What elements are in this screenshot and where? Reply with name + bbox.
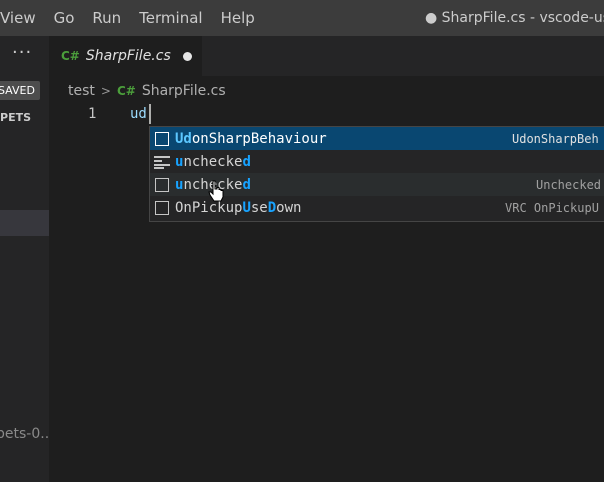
menu-help[interactable]: Help <box>212 9 264 27</box>
window-title: ● SharpFile.cs - vscode-usha <box>425 10 604 26</box>
snippet-icon <box>154 155 170 169</box>
suggestion-item[interactable]: UdonSharpBehaviour UdonSharpBeh <box>150 127 604 150</box>
suggestion-label: OnPickupUseDown <box>175 200 301 216</box>
menu-run[interactable]: Run <box>83 9 130 27</box>
class-icon <box>155 131 169 146</box>
more-actions-icon[interactable]: ··· <box>12 42 32 63</box>
sidebar-footer-item[interactable]: pets-0.... <box>0 426 49 442</box>
keyword-icon <box>155 177 169 192</box>
suggestion-label: UdonSharpBehaviour <box>175 131 327 147</box>
menu-view[interactable]: View <box>0 9 45 27</box>
tab-sharpfile[interactable]: C# SharpFile.cs <box>49 36 202 76</box>
text-cursor <box>149 104 151 124</box>
match-highlight: D <box>267 199 277 216</box>
editor-tab-bar: C# SharpFile.cs <box>49 36 604 76</box>
suggestion-item[interactable]: unchecked <box>150 150 604 173</box>
suggestion-label: unchecked <box>175 154 251 170</box>
chevron-right-icon: > <box>100 84 111 98</box>
method-icon <box>155 200 169 215</box>
suggestion-detail: UdonSharpBeh <box>512 131 599 146</box>
csharp-file-icon: C# <box>116 84 136 98</box>
csharp-file-icon: C# <box>61 49 80 63</box>
code-line[interactable]: ud <box>130 106 147 122</box>
match-highlight: d <box>242 176 251 193</box>
suggestion-list: UdonSharpBehaviour UdonSharpBeh unchecke… <box>149 126 604 222</box>
match-highlight: U <box>242 199 251 216</box>
match-highlight: Ud <box>175 130 192 147</box>
tab-label: SharpFile.cs <box>85 48 171 64</box>
unsaved-dot-icon[interactable] <box>182 51 192 61</box>
suggestion-detail: VRC OnPickupU <box>505 200 599 215</box>
hand-pointer-icon <box>208 180 224 202</box>
suggestion-detail: Unchecked <box>536 177 602 192</box>
match-highlight: d <box>242 153 251 170</box>
menu-terminal[interactable]: Terminal <box>130 9 211 27</box>
menu-bar: View Go Run Terminal Help ● SharpFile.cs… <box>0 0 604 36</box>
label-segment: onSharpBehaviour <box>191 130 327 147</box>
line-number: 1 <box>88 106 97 122</box>
snippets-section-header[interactable]: PPETS <box>0 111 31 124</box>
sidebar: ··· SAVED PPETS pets-0.... <box>0 36 49 482</box>
label-segment: own <box>276 199 302 216</box>
breadcrumb-folder[interactable]: test <box>68 83 95 99</box>
breadcrumb: test > C# SharpFile.cs <box>68 81 226 101</box>
label-segment: se <box>250 199 268 216</box>
sidebar-selected-item[interactable] <box>0 210 49 236</box>
label-segment: nchecke <box>183 153 243 170</box>
breadcrumb-file[interactable]: SharpFile.cs <box>142 83 226 99</box>
menu-go[interactable]: Go <box>45 9 84 27</box>
saved-badge: SAVED <box>0 81 40 100</box>
